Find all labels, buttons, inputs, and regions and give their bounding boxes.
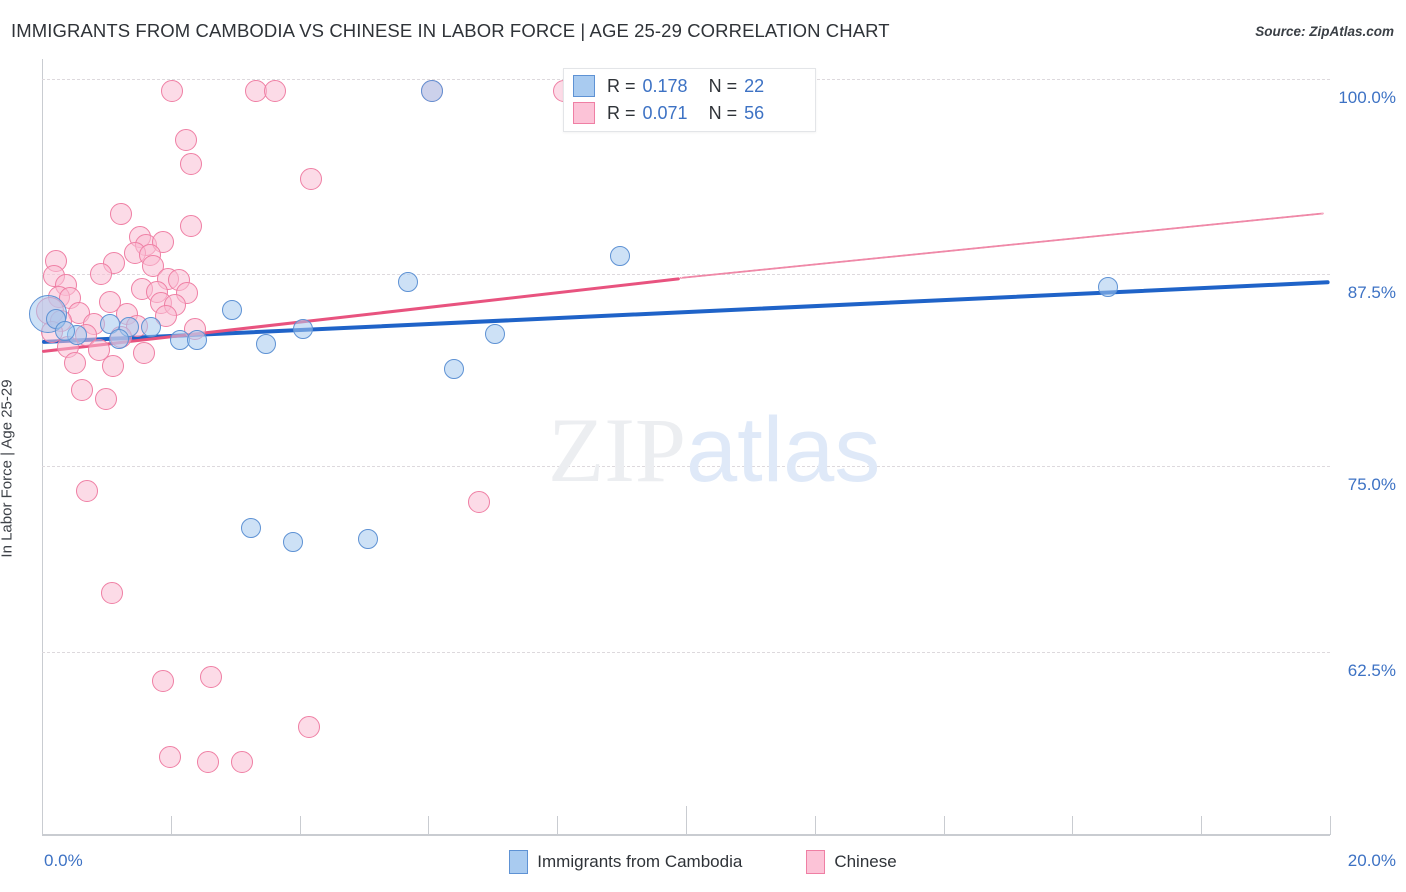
page-title: IMMIGRANTS FROM CAMBODIA VS CHINESE IN L… [11, 20, 890, 41]
scatter-point-chinese[interactable] [101, 355, 124, 378]
scatter-point-chinese[interactable] [95, 387, 118, 410]
stats-n-value-cambodia: 22 [744, 75, 765, 96]
stats-n-value-chinese: 56 [744, 102, 765, 123]
y-axis-tick-label: 100.0% [1338, 88, 1396, 107]
scatter-point-cambodia[interactable] [293, 318, 314, 339]
scatter-point-cambodia[interactable] [186, 330, 207, 351]
scatter-point-chinese[interactable] [109, 203, 132, 226]
scatter-point-chinese[interactable] [298, 715, 321, 738]
x-axis-minor-tick [943, 816, 945, 835]
scatter-point-chinese[interactable] [132, 342, 155, 365]
scatter-point-cambodia[interactable] [484, 323, 505, 344]
scatter-point-chinese[interactable] [180, 214, 203, 237]
gridline [42, 652, 1330, 653]
legend-label-cambodia: Immigrants from Cambodia [537, 852, 743, 871]
scatter-point-chinese[interactable] [100, 581, 123, 604]
scatter-plot-area: ZIPatlas [29, 59, 1331, 835]
scatter-point-cambodia[interactable] [221, 299, 242, 320]
scatter-point-cambodia[interactable] [420, 80, 443, 103]
correlation-stats-box: R = 0.178 N = 22 R = 0.071 N = 56 [563, 68, 816, 132]
gridline [42, 466, 1330, 467]
trend-line-chinese-extension [679, 212, 1324, 280]
scatter-point-cambodia[interactable] [283, 532, 304, 553]
scatter-point-chinese[interactable] [199, 665, 222, 688]
scatter-point-chinese[interactable] [264, 80, 287, 103]
stats-row-cambodia: R = 0.178 N = 22 [573, 72, 764, 100]
watermark-atlas: atlas [686, 399, 881, 501]
y-axis-tick-label: 75.0% [1347, 475, 1396, 494]
scatter-point-cambodia[interactable] [357, 529, 378, 550]
stats-r-value-cambodia: 0.178 [642, 75, 688, 96]
y-axis-tick-label: 62.5% [1347, 661, 1396, 680]
x-axis-minor-tick [1072, 816, 1074, 835]
stats-swatch-cambodia [573, 75, 595, 97]
x-axis-minor-tick [557, 816, 559, 835]
x-axis-min-label: 0.0% [44, 851, 83, 870]
scatter-point-chinese[interactable] [64, 351, 87, 374]
y-axis-title: In Labor Force | Age 25-29 [0, 379, 16, 558]
scatter-point-cambodia[interactable] [256, 333, 277, 354]
stats-row-chinese: R = 0.071 N = 56 [573, 99, 764, 127]
scatter-point-chinese[interactable] [76, 479, 99, 502]
stats-swatch-chinese [573, 102, 595, 124]
legend-label-chinese: Chinese [834, 852, 897, 871]
scatter-point-chinese[interactable] [70, 379, 93, 402]
scatter-point-chinese[interactable] [230, 751, 253, 774]
scatter-point-chinese[interactable] [161, 80, 184, 103]
watermark: ZIPatlas [548, 404, 880, 496]
x-axis-minor-tick [299, 816, 301, 835]
scatter-point-cambodia[interactable] [1097, 276, 1118, 297]
scatter-point-cambodia[interactable] [444, 359, 465, 380]
series-legend: Immigrants from Cambodia Chinese [0, 850, 1406, 874]
stats-n-label-cambodia: N = [708, 75, 738, 96]
scatter-point-chinese[interactable] [152, 670, 175, 693]
x-axis-minor-tick [1330, 816, 1331, 835]
scatter-point-cambodia[interactable] [241, 517, 262, 538]
scatter-point-chinese[interactable] [90, 263, 113, 286]
stats-r-label-cambodia: R = [607, 75, 636, 96]
stats-r-label-chinese: R = [607, 102, 636, 123]
stats-r-value-chinese: 0.071 [642, 102, 688, 123]
watermark-zip: ZIP [548, 399, 686, 501]
legend-swatch-chinese [806, 850, 826, 874]
legend-item-immigrants-from-cambodia[interactable]: Immigrants from Cambodia [509, 850, 742, 874]
legend-item-chinese[interactable]: Chinese [806, 850, 897, 874]
scatter-point-chinese[interactable] [300, 167, 323, 190]
x-axis-minor-tick [428, 816, 430, 835]
scatter-point-cambodia[interactable] [398, 272, 419, 293]
x-axis-minor-tick [1201, 816, 1203, 835]
scatter-point-chinese[interactable] [467, 490, 490, 513]
x-axis-minor-tick [814, 816, 816, 835]
x-axis-minor-tick [170, 816, 172, 835]
stats-n-label-chinese: N = [708, 102, 738, 123]
scatter-point-chinese[interactable] [175, 128, 198, 151]
source-attribution: Source: ZipAtlas.com [1255, 24, 1394, 39]
x-axis-max-label: 20.0% [1347, 851, 1396, 870]
scatter-point-chinese[interactable] [197, 751, 220, 774]
scatter-point-chinese[interactable] [158, 746, 181, 769]
scatter-point-chinese[interactable] [180, 153, 203, 176]
legend-swatch-cambodia [509, 850, 529, 874]
gridline [42, 274, 1330, 275]
x-axis-major-tick [686, 806, 687, 835]
scatter-point-cambodia[interactable] [109, 328, 130, 349]
scatter-point-cambodia[interactable] [610, 246, 631, 267]
y-axis-tick-label: 87.5% [1347, 283, 1396, 302]
scatter-point-cambodia[interactable] [54, 320, 75, 341]
